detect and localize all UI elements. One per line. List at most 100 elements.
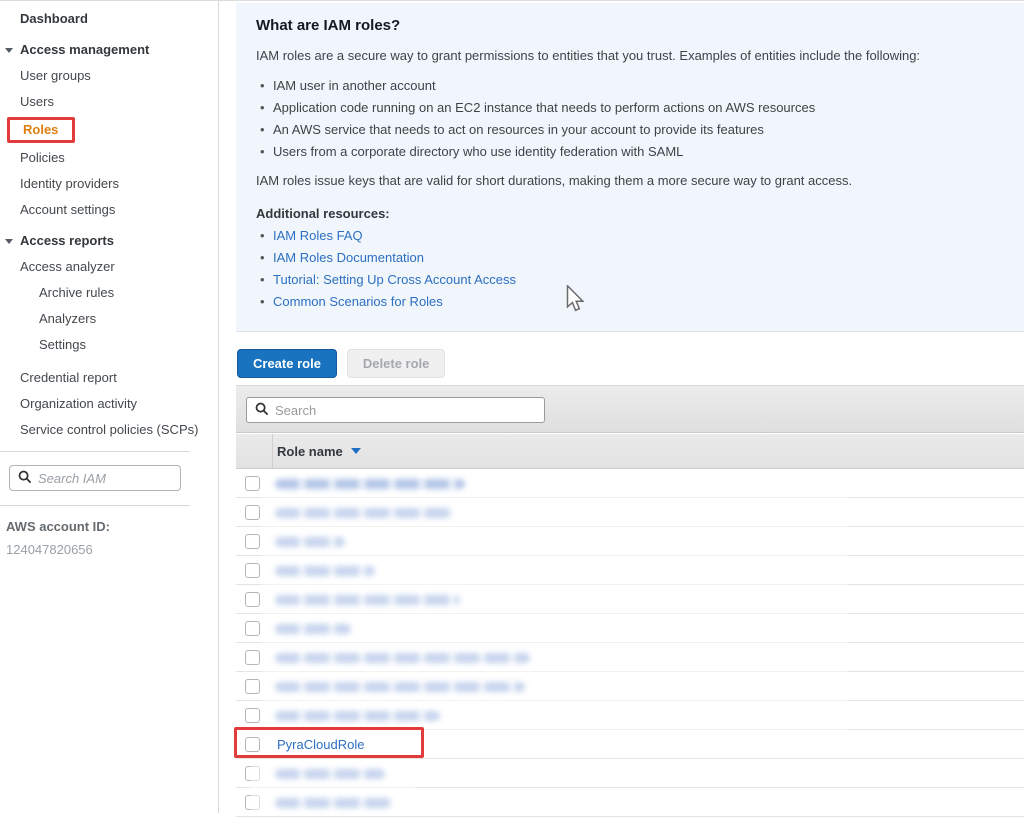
create-role-button[interactable]: Create role xyxy=(237,349,337,378)
table-row xyxy=(236,498,1024,527)
redacted-role-name xyxy=(275,798,393,808)
table-row xyxy=(236,788,1024,817)
sidebar-divider xyxy=(0,505,190,506)
sidebar-item-roles[interactable]: Roles xyxy=(0,115,218,145)
sidebar-item-access-analyzer[interactable]: Access analyzer xyxy=(0,254,218,280)
sidebar-item-label: Access management xyxy=(0,42,149,57)
sidebar-item-access-reports[interactable]: Access reports xyxy=(0,228,218,254)
sidebar-item-organization-activity[interactable]: Organization activity xyxy=(0,391,218,417)
redacted-role-name xyxy=(275,711,440,721)
table-search-box[interactable] xyxy=(246,397,545,423)
sidebar-item-label: Credential report xyxy=(0,370,117,385)
account-id-label: AWS account ID: xyxy=(6,519,110,534)
column-separator xyxy=(272,434,273,469)
page-title: What are IAM roles? xyxy=(256,17,1000,34)
info-bullet-item: An AWS service that needs to act on reso… xyxy=(256,119,1000,141)
sort-descending-icon xyxy=(351,448,361,454)
resource-link-common-scenarios-for-roles[interactable]: Common Scenarios for Roles xyxy=(273,294,443,309)
sidebar-search-input[interactable] xyxy=(38,471,158,486)
sidebar-item-analyzers[interactable]: Analyzers xyxy=(0,306,218,332)
row-checkbox[interactable] xyxy=(245,795,260,810)
sidebar-item-identity-providers[interactable]: Identity providers xyxy=(0,171,218,197)
table-row xyxy=(236,585,1024,614)
table-row xyxy=(236,672,1024,701)
sidebar-item-archive-rules[interactable]: Archive rules xyxy=(0,280,218,306)
redacted-role-name xyxy=(275,479,465,489)
sidebar-item-label: Access analyzer xyxy=(0,259,115,274)
sidebar-item-account-settings[interactable]: Account settings xyxy=(0,197,218,223)
resource-list-item: IAM Roles Documentation xyxy=(256,247,1000,269)
sidebar-item-label: Archive rules xyxy=(0,285,114,300)
resource-link-iam-roles-documentation[interactable]: IAM Roles Documentation xyxy=(273,250,424,265)
role-name-column-header[interactable]: Role name xyxy=(277,434,361,469)
iam-roles-info-panel: What are IAM roles? IAM roles are a secu… xyxy=(236,3,1024,332)
sidebar-item-policies[interactable]: Policies xyxy=(0,145,218,171)
row-checkbox[interactable] xyxy=(245,592,260,607)
table-row xyxy=(236,527,1024,556)
sidebar-item-label: User groups xyxy=(0,68,91,83)
resource-link-tutorial-setting-up-cross-account-access[interactable]: Tutorial: Setting Up Cross Account Acces… xyxy=(273,272,516,287)
table-row xyxy=(236,469,1024,498)
info-intro-text: IAM roles are a secure way to grant perm… xyxy=(256,47,1000,65)
sidebar-item-service-control-policies-scps[interactable]: Service control policies (SCPs) xyxy=(0,417,218,443)
additional-resources-label: Additional resources: xyxy=(256,203,1000,225)
search-icon xyxy=(255,402,269,419)
table-row: PyraCloudRole xyxy=(236,730,1024,759)
row-checkbox[interactable] xyxy=(245,534,260,549)
info-bullet-item: Users from a corporate directory who use… xyxy=(256,141,1000,163)
row-checkbox[interactable] xyxy=(245,621,260,636)
info-bullet-item: Application code running on an EC2 insta… xyxy=(256,97,1000,119)
chevron-down-icon xyxy=(5,48,13,53)
row-checkbox[interactable] xyxy=(245,766,260,781)
sidebar-nav: Dashboard Access management User groups Use… xyxy=(0,1,218,443)
table-row xyxy=(236,614,1024,643)
row-checkbox[interactable] xyxy=(245,679,260,694)
sidebar-item-label: Dashboard xyxy=(0,11,88,26)
row-checkbox[interactable] xyxy=(245,505,260,520)
sidebar-item-label: Settings xyxy=(0,337,86,352)
table-row xyxy=(236,643,1024,672)
roles-toolbar: Create role Delete role xyxy=(237,349,445,378)
redacted-role-name xyxy=(275,769,385,779)
info-bullet-list: IAM user in another accountApplication c… xyxy=(256,75,1000,163)
sidebar-item-user-groups[interactable]: User groups xyxy=(0,63,218,89)
account-block: AWS account ID: 124047820656 xyxy=(6,519,110,557)
table-header-row: Role name xyxy=(236,434,1024,469)
account-id-value: 124047820656 xyxy=(6,542,110,557)
sidebar-item-credential-report[interactable]: Credential report xyxy=(0,365,218,391)
role-link-pyracloudrole[interactable]: PyraCloudRole xyxy=(277,730,364,759)
row-checkbox[interactable] xyxy=(245,737,260,752)
table-search-input[interactable] xyxy=(275,403,515,418)
search-icon xyxy=(18,470,32,487)
sidebar-item-label: Account settings xyxy=(0,202,115,217)
redacted-role-name xyxy=(275,682,525,692)
sidebar-item-label: Policies xyxy=(0,150,65,165)
sidebar-item-dashboard[interactable]: Dashboard xyxy=(0,6,218,32)
table-row xyxy=(236,701,1024,730)
sidebar-item-label: Analyzers xyxy=(0,311,96,326)
role-table-body: PyraCloudRole xyxy=(236,469,1024,817)
sidebar-item-access-management[interactable]: Access management xyxy=(0,37,218,63)
info-note-text: IAM roles issue keys that are valid for … xyxy=(256,172,1000,190)
sidebar-item-label: Roles xyxy=(7,117,75,143)
resource-list-item: Tutorial: Setting Up Cross Account Acces… xyxy=(256,269,1000,291)
sidebar-item-settings[interactable]: Settings xyxy=(0,332,218,358)
sidebar-item-label: Access reports xyxy=(0,233,114,248)
row-checkbox[interactable] xyxy=(245,708,260,723)
sidebar-search-box[interactable] xyxy=(9,465,181,491)
table-row xyxy=(236,556,1024,585)
row-checkbox[interactable] xyxy=(245,563,260,578)
resource-list-item: Common Scenarios for Roles xyxy=(256,291,1000,313)
table-search-band xyxy=(236,385,1024,433)
redacted-role-name xyxy=(275,566,375,576)
redacted-role-name xyxy=(275,653,530,663)
redacted-role-name xyxy=(275,537,345,547)
redacted-role-name xyxy=(275,595,460,605)
sidebar-item-users[interactable]: Users xyxy=(0,89,218,115)
redacted-role-name xyxy=(275,508,453,518)
resource-list-item: IAM Roles FAQ xyxy=(256,225,1000,247)
resource-link-iam-roles-faq[interactable]: IAM Roles FAQ xyxy=(273,228,363,243)
row-checkbox[interactable] xyxy=(245,650,260,665)
sidebar-item-label: Users xyxy=(0,94,54,109)
row-checkbox[interactable] xyxy=(245,476,260,491)
